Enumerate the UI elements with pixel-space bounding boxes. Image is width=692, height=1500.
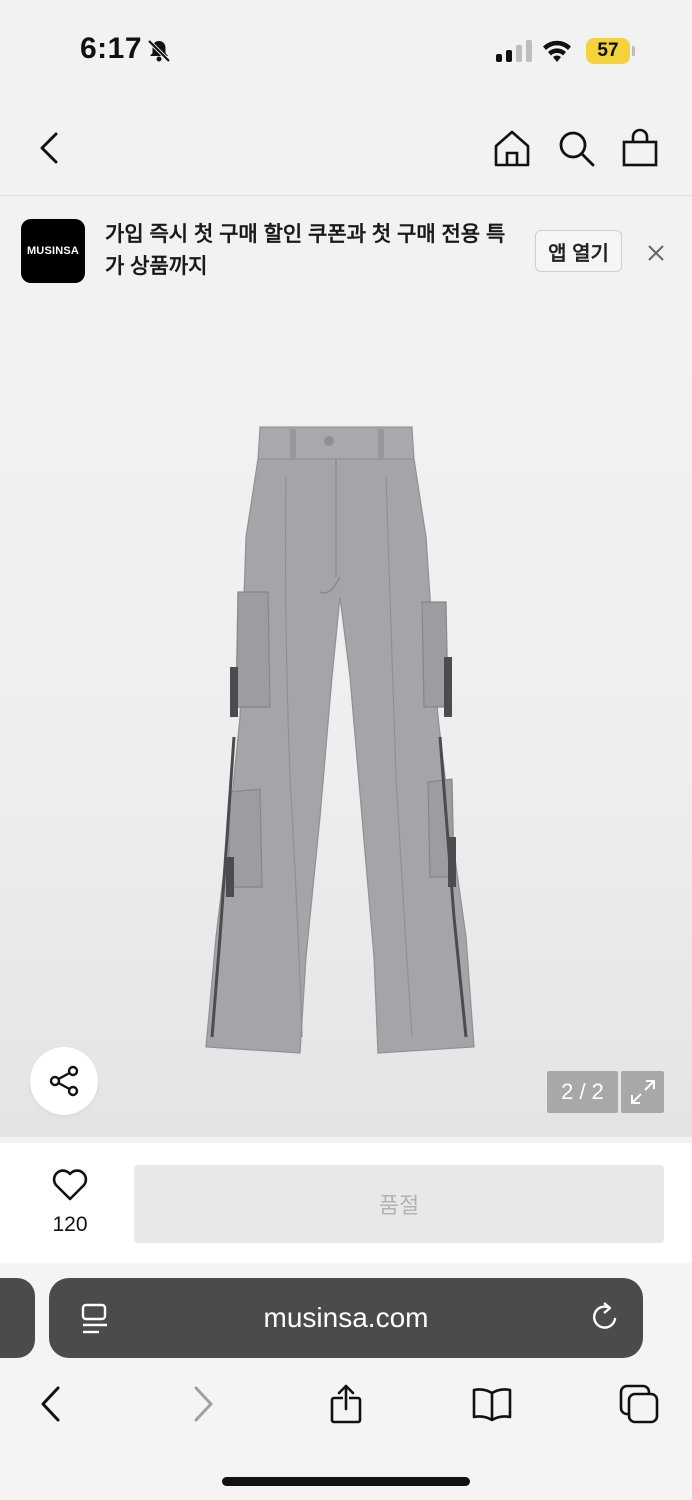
home-indicator — [222, 1477, 470, 1486]
cellular-signal-icon — [496, 40, 532, 62]
open-app-button[interactable]: 앱 열기 — [535, 230, 622, 272]
tabs-icon[interactable] — [618, 1383, 660, 1425]
musinsa-logo: MUSINSA — [21, 219, 85, 283]
back-icon[interactable] — [31, 1383, 73, 1425]
heart-icon — [52, 1169, 88, 1201]
share-icon — [49, 1065, 79, 1097]
address-bar[interactable]: musinsa.com — [49, 1278, 643, 1358]
forward-icon[interactable] — [181, 1383, 223, 1425]
top-navigation — [0, 100, 692, 196]
close-icon[interactable] — [644, 241, 668, 265]
image-counter: 2 / 2 — [547, 1071, 618, 1113]
product-image — [205, 426, 475, 1054]
status-time: 6:17 — [80, 32, 143, 65]
expand-icon — [630, 1080, 655, 1104]
banner-message: 가입 즉시 첫 구매 할인 쿠폰과 첫 구매 전용 특가 상품까지 — [105, 223, 506, 278]
home-icon[interactable] — [492, 128, 532, 168]
reload-icon[interactable] — [589, 1300, 621, 1334]
previous-tab-peek[interactable] — [0, 1278, 35, 1358]
soldout-button: 품절 — [134, 1165, 664, 1243]
battery-icon: 57 — [586, 38, 630, 64]
wifi-icon — [543, 40, 571, 62]
search-icon[interactable] — [556, 128, 596, 168]
browser-toolbar: musinsa.com — [0, 1263, 692, 1500]
share-icon[interactable] — [325, 1383, 367, 1425]
purchase-bar: 120 품절 — [0, 1143, 692, 1263]
url-text: musinsa.com — [263, 1302, 429, 1333]
share-button[interactable] — [30, 1047, 98, 1115]
like-count: 120 — [52, 1213, 88, 1236]
product-gallery[interactable]: 2 / 2 — [0, 307, 692, 1137]
bookmarks-icon[interactable] — [471, 1383, 513, 1425]
status-bar: 6:17 57 — [0, 0, 692, 100]
shopping-bag-icon[interactable] — [620, 128, 660, 168]
app-install-banner: MUSINSA 가입 즉시 첫 구매 할인 쿠폰과 첫 구매 전용 특가 상품까… — [0, 197, 692, 307]
back-chevron-icon[interactable] — [30, 128, 70, 168]
bell-slash-icon — [147, 39, 171, 63]
expand-button[interactable] — [621, 1071, 664, 1113]
like-button[interactable]: 120 — [34, 1168, 106, 1237]
battery-cap — [632, 46, 635, 56]
